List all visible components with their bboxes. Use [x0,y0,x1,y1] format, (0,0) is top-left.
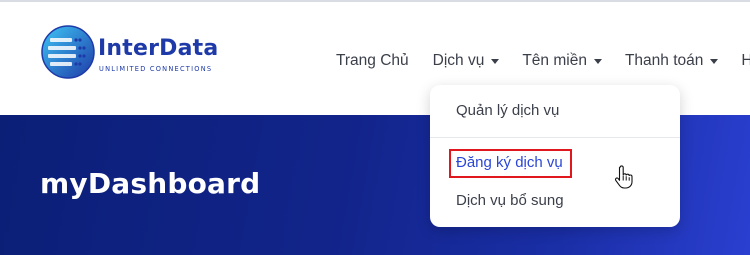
nav-item-label: Tên miền [522,52,587,69]
menu-item-addon-services[interactable]: Dịch vụ bổ sung [456,192,564,209]
menu-divider [430,137,680,138]
nav-item-trang-chu[interactable]: Trang Chủ [336,52,409,70]
services-dropdown-menu: Quản lý dịch vụ Đăng ký dịch vụ Dịch vụ … [430,85,680,227]
hand-pointer-icon [614,165,633,189]
nav-item-ten-mien[interactable]: Tên miền [522,52,602,70]
chevron-down-icon [593,59,602,64]
main-nav: Trang Chủ Dịch vụ Tên miền Thanh toán Hỗ [336,50,750,72]
menu-item-register-service[interactable]: Đăng ký dịch vụ [456,154,563,171]
nav-item-label: Dịch vụ [432,52,485,69]
logo-tagline: UNLIMITED CONNECTIONS [99,65,213,73]
page-title: myDashboard [40,167,261,200]
nav-item-ho-tro[interactable]: Hỗ [741,52,750,70]
logo-name: InterData [98,36,219,61]
nav-item-label: Thanh toán [624,52,704,69]
chevron-down-icon [491,59,500,64]
nav-item-thanh-toan[interactable]: Thanh toán [624,52,719,70]
nav-item-label: Hỗ [741,52,750,69]
nav-item-label: Trang Chủ [336,52,409,69]
globe-icon [41,25,95,79]
chevron-down-icon [710,59,719,64]
nav-item-dich-vu[interactable]: Dịch vụ [433,52,500,70]
logo[interactable]: InterData UNLIMITED CONNECTIONS [40,24,230,84]
menu-item-manage-services[interactable]: Quản lý dịch vụ [456,102,559,119]
